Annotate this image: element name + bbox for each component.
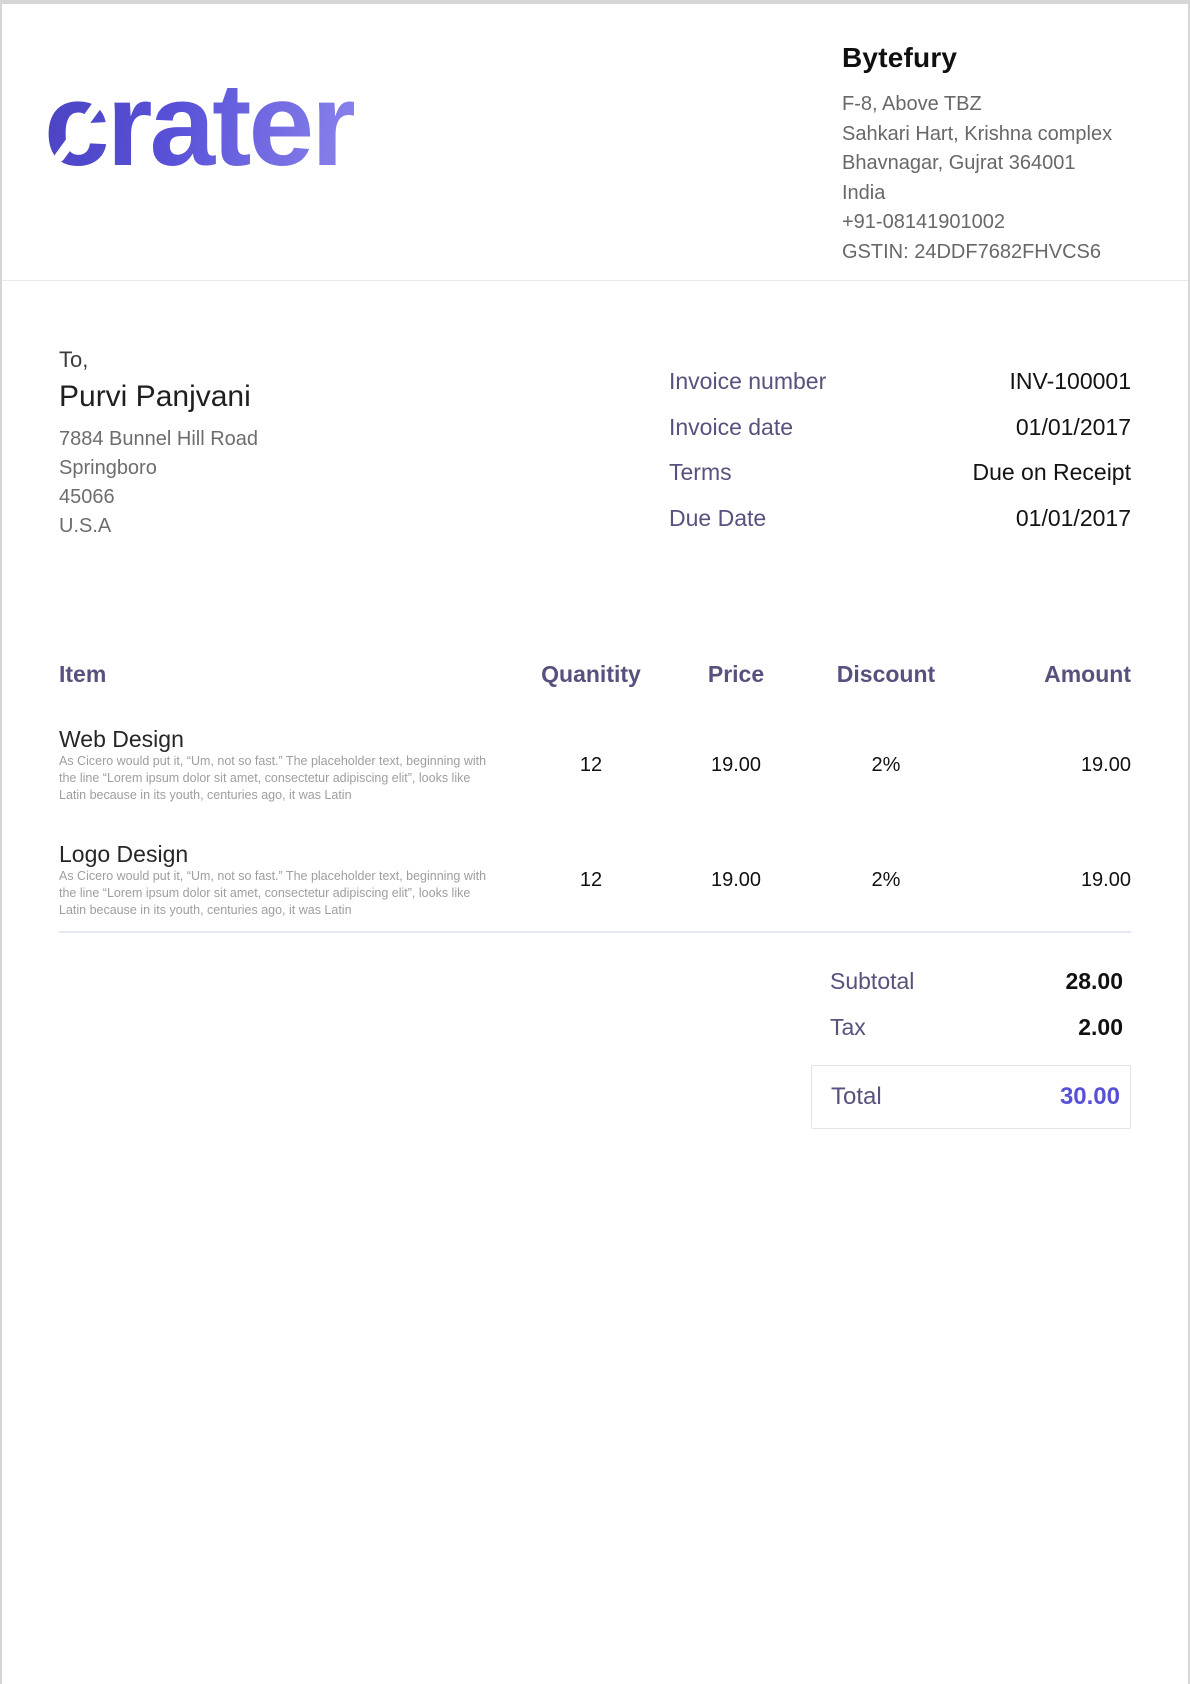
item-discount: 2%	[801, 869, 971, 892]
recipient-address-line: Springboro	[59, 454, 258, 483]
invoice-date-row: Invoice date 01/01/2017	[669, 405, 1131, 451]
recipient-address-line: 7884 Bunnel Hill Road	[59, 425, 258, 454]
crater-logo: crater	[44, 66, 504, 196]
terms-row: Terms Due on Receipt	[669, 450, 1131, 496]
company-address-line: India	[842, 179, 1172, 209]
column-header-discount: Discount	[801, 659, 971, 689]
invoice-body: To, Purvi Panjvani 7884 Bunnel Hill Road…	[2, 345, 1188, 1129]
grand-total-value: 30.00	[1060, 1083, 1120, 1111]
company-name: Bytefury	[842, 42, 1172, 74]
item-description: As Cicero would put it, “Um, not so fast…	[59, 868, 487, 919]
company-address-line: F-8, Above TBZ	[842, 90, 1172, 120]
totals-divider	[59, 931, 1131, 933]
tax-row: Tax 2.00	[811, 1009, 1131, 1045]
bill-to-block: To, Purvi Panjvani 7884 Bunnel Hill Road…	[59, 345, 258, 541]
recipient-address: 7884 Bunnel Hill Road Springboro 45066 U…	[59, 425, 258, 541]
company-gstin: GSTIN: 24DDF7682FHVCS6	[842, 238, 1172, 268]
subtotal-label: Subtotal	[830, 968, 914, 995]
company-address-line: Bhavnagar, Gujrat 364001	[842, 149, 1172, 179]
invoice-date-value: 01/01/2017	[1016, 414, 1131, 441]
invoice-header: crater Bytefury F-8, Above TBZ Sahkari H…	[2, 4, 1188, 281]
grand-total-label: Total	[831, 1083, 882, 1111]
column-header-item: Item	[59, 659, 511, 689]
due-date-label: Due Date	[669, 505, 766, 532]
due-date-row: Due Date 01/01/2017	[669, 496, 1131, 542]
item-quantity: 12	[511, 754, 671, 777]
invoice-number-label: Invoice number	[669, 368, 826, 395]
company-address: F-8, Above TBZ Sahkari Hart, Krishna com…	[842, 90, 1172, 267]
company-info-block: Bytefury F-8, Above TBZ Sahkari Hart, Kr…	[842, 42, 1172, 267]
company-phone: +91-08141901002	[842, 208, 1172, 238]
subtotal-value: 28.00	[1065, 968, 1123, 995]
recipient-address-line: 45066	[59, 483, 258, 512]
item-price: 19.00	[671, 754, 801, 777]
invoice-page: crater Bytefury F-8, Above TBZ Sahkari H…	[2, 4, 1188, 1684]
item-amount: 19.00	[971, 869, 1131, 892]
due-date-value: 01/01/2017	[1016, 505, 1131, 532]
invoice-meta-block: Invoice number INV-100001 Invoice date 0…	[669, 359, 1131, 541]
to-label: To,	[59, 345, 258, 375]
column-header-price: Price	[671, 659, 801, 689]
item-quantity: 12	[511, 869, 671, 892]
items-table: Item Quanitity Price Discount Amount Web…	[59, 659, 1131, 919]
recipient-address-line: U.S.A	[59, 512, 258, 541]
tax-value: 2.00	[1078, 1014, 1123, 1041]
item-discount: 2%	[801, 754, 971, 777]
invoice-number-value: INV-100001	[1010, 368, 1131, 395]
terms-label: Terms	[669, 459, 732, 486]
grand-total-box: Total 30.00	[811, 1065, 1131, 1129]
table-row: Web Design As Cicero would put it, “Um, …	[59, 727, 1131, 804]
items-table-header: Item Quanitity Price Discount Amount	[59, 659, 1131, 689]
item-amount: 19.00	[971, 754, 1131, 777]
invoice-date-label: Invoice date	[669, 414, 793, 441]
logo-slice-icon	[415, 122, 468, 189]
item-name: Web Design	[59, 727, 491, 751]
totals-block: Subtotal 28.00 Tax 2.00 Total 30.00	[811, 963, 1131, 1129]
item-price: 19.00	[671, 869, 801, 892]
item-name: Logo Design	[59, 842, 491, 866]
company-address-line: Sahkari Hart, Krishna complex	[842, 120, 1172, 150]
terms-value: Due on Receipt	[972, 459, 1131, 486]
tax-label: Tax	[830, 1014, 866, 1041]
column-header-quantity: Quanitity	[511, 659, 671, 689]
recipient-name: Purvi Panjvani	[59, 377, 258, 417]
recipient-and-meta-section: To, Purvi Panjvani 7884 Bunnel Hill Road…	[59, 345, 1131, 541]
item-cell: Web Design As Cicero would put it, “Um, …	[59, 727, 511, 804]
item-cell: Logo Design As Cicero would put it, “Um,…	[59, 842, 511, 919]
column-header-amount: Amount	[971, 659, 1131, 689]
subtotal-row: Subtotal 28.00	[811, 963, 1131, 999]
item-description: As Cicero would put it, “Um, not so fast…	[59, 753, 487, 804]
invoice-number-row: Invoice number INV-100001	[669, 359, 1131, 405]
crater-logo-text: crater	[44, 59, 354, 191]
table-row: Logo Design As Cicero would put it, “Um,…	[59, 842, 1131, 919]
